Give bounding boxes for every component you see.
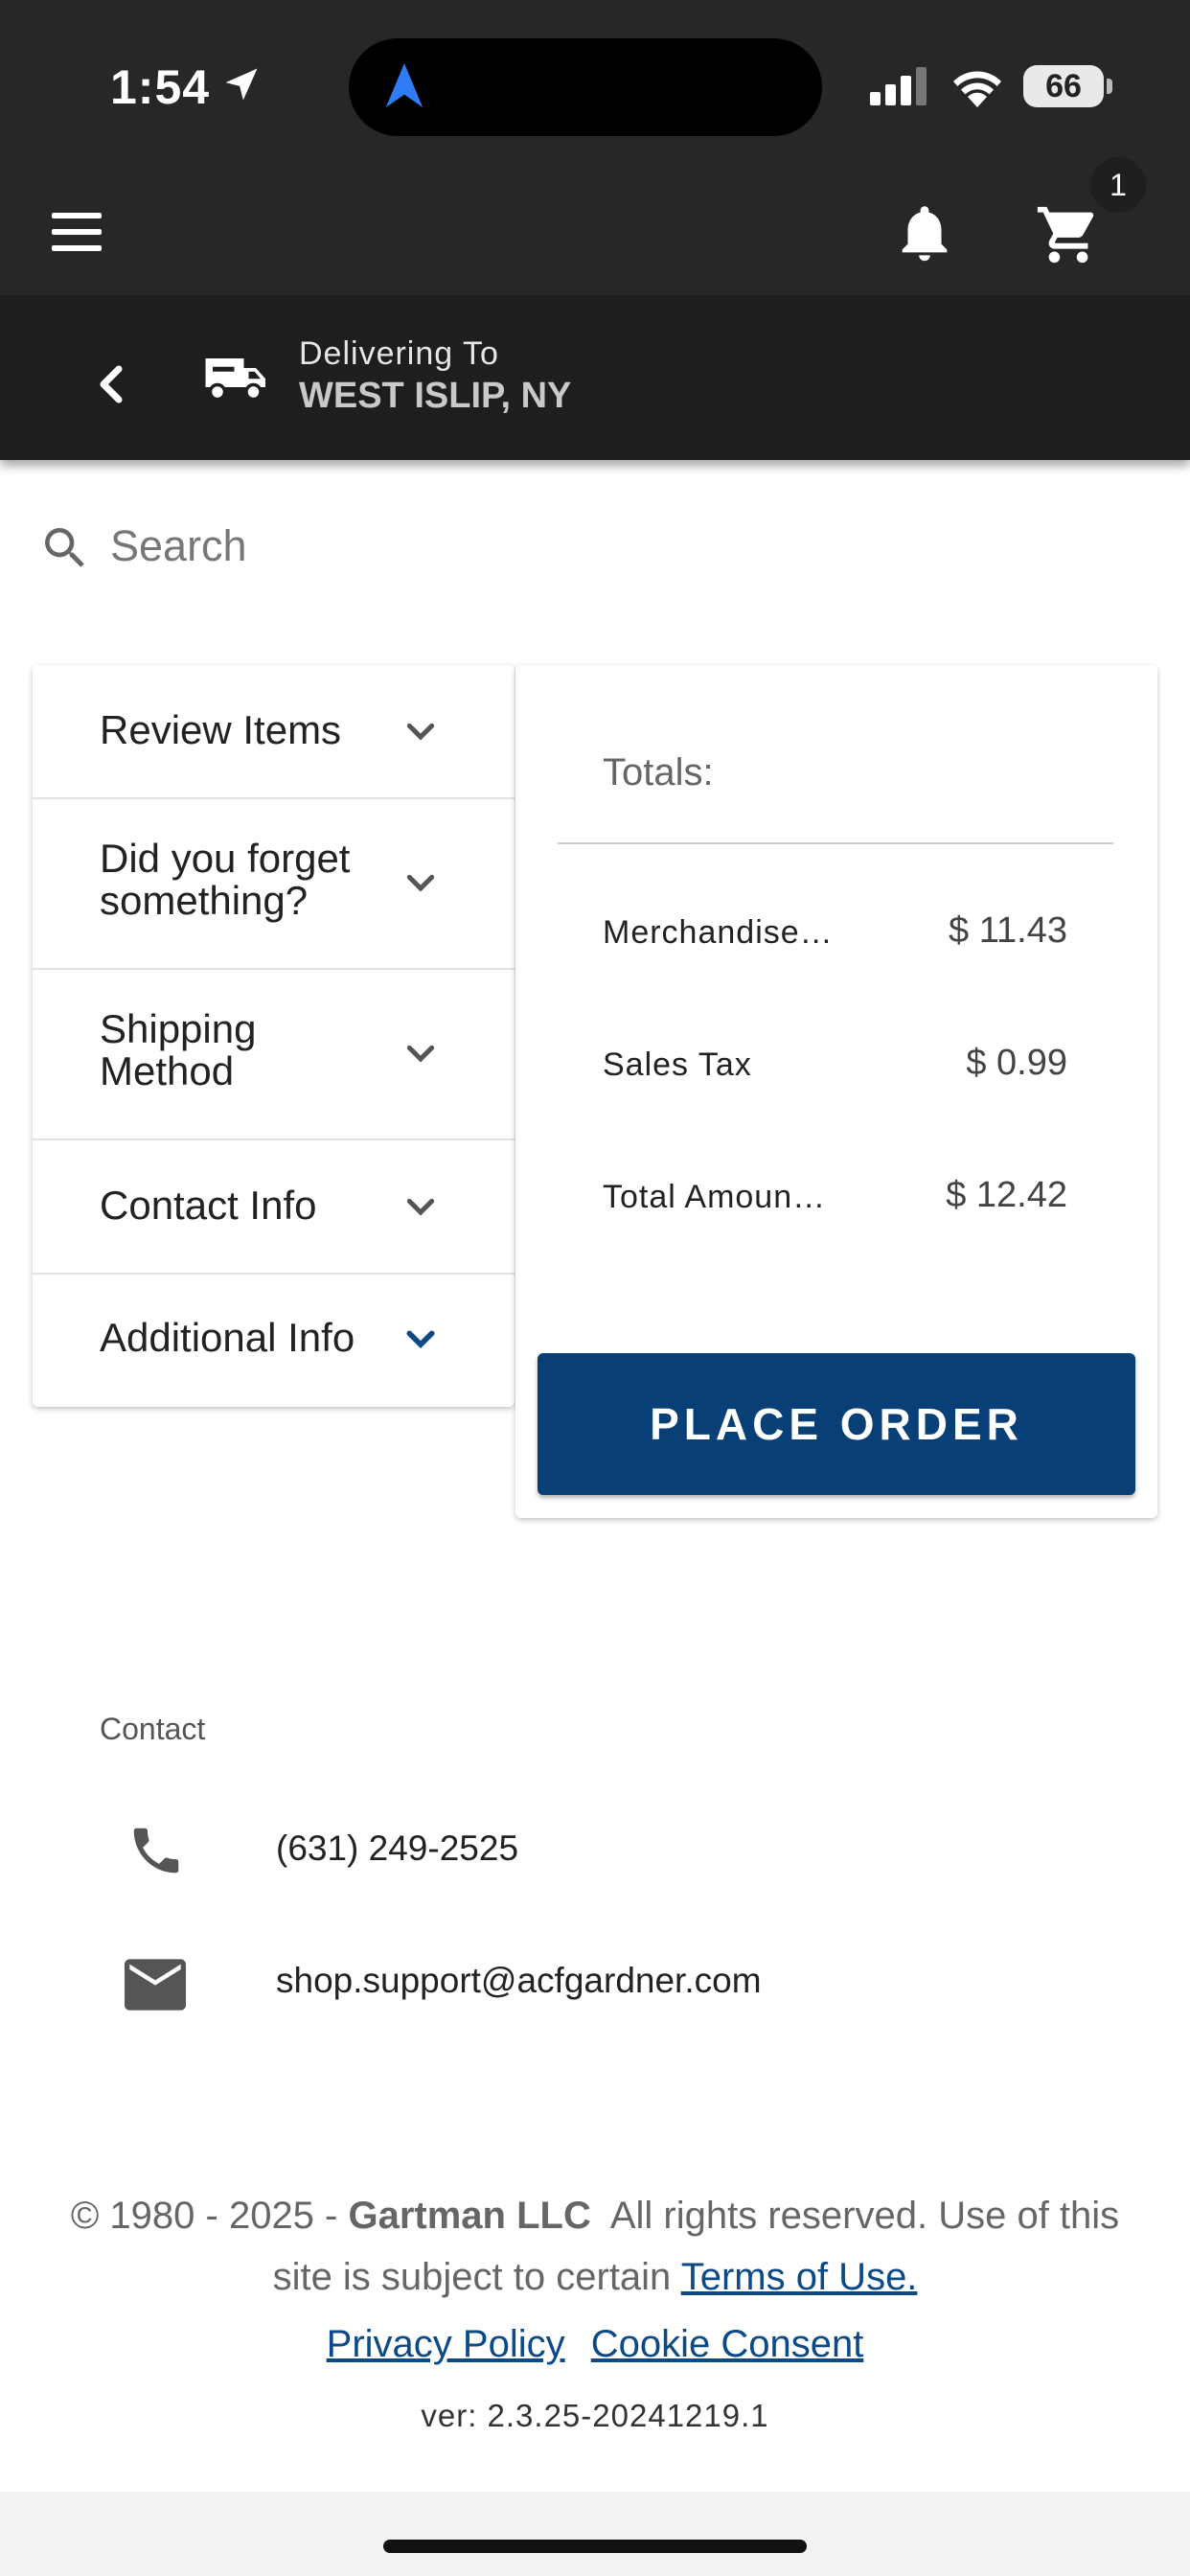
accordion-review-items[interactable]: Review Items — [33, 665, 515, 799]
copyright-line: © 1980 - 2025 - Gartman LLC All rights r… — [0, 2195, 1190, 2238]
merchandise-value: $ 11.43 — [949, 910, 1067, 951]
accordion-label: Review Items — [100, 707, 342, 752]
terms-line: site is subject to certain Terms of Use. — [0, 2256, 1190, 2299]
delivery-truck-icon — [205, 358, 265, 402]
shopping-cart-icon[interactable] — [1035, 201, 1102, 268]
cookie-consent-link[interactable]: Cookie Consent — [591, 2323, 864, 2365]
accordion-contact-info[interactable]: Contact Info — [33, 1140, 515, 1275]
search-input[interactable] — [110, 518, 685, 575]
terms-of-use-link[interactable]: Terms of Use. — [681, 2256, 918, 2298]
home-indicator[interactable] — [383, 2540, 807, 2553]
merchandise-label: Merchandise… — [603, 914, 834, 951]
chevron-down-icon — [406, 1330, 435, 1349]
delivery-bar: Delivering To WEST ISLIP, NY — [0, 295, 1190, 460]
accordion-additional-info[interactable]: Additional Info — [33, 1275, 515, 1407]
wifi-icon — [953, 71, 1001, 107]
chevron-down-icon — [406, 1198, 435, 1216]
terms-prefix: site is subject to certain — [272, 2256, 681, 2298]
accordion-forget-something[interactable]: Did you forget something? — [33, 799, 515, 970]
order-totals-card: Totals: Merchandise… $ 11.43 Sales Tax $… — [515, 665, 1157, 1518]
email-icon — [125, 1959, 186, 2011]
app-header: 1:54 66 1 — [0, 0, 1190, 295]
delivering-to-label: Delivering To — [299, 335, 499, 372]
bottom-safe-area — [0, 2492, 1190, 2576]
search-bar[interactable] — [38, 518, 709, 575]
place-order-button[interactable]: PLACE ORDER — [538, 1353, 1135, 1495]
total-amount-value: $ 12.42 — [946, 1175, 1067, 1215]
divider — [558, 842, 1113, 844]
copyright-prefix: © 1980 - 2025 - — [70, 2195, 349, 2237]
dynamic-island — [349, 38, 822, 136]
accordion-label: Contact Info — [100, 1183, 317, 1228]
cart-count-badge: 1 — [1090, 157, 1146, 213]
accordion-label: Additional Info — [100, 1315, 355, 1360]
battery-indicator: 66 — [1023, 65, 1104, 107]
delivery-location[interactable]: WEST ISLIP, NY — [299, 376, 571, 417]
accordion-shipping-method[interactable]: Shipping Method — [33, 970, 515, 1140]
accordion-label: Shipping Method — [100, 1006, 257, 1093]
chevron-down-icon — [406, 1045, 435, 1063]
total-amount-label: Total Amoun… — [603, 1179, 827, 1215]
phone-icon — [133, 1828, 179, 1874]
contact-heading: Contact — [100, 1712, 206, 1746]
notifications-bell-icon[interactable] — [891, 199, 958, 266]
search-icon — [45, 528, 84, 567]
version-label: ver: 2.3.25-20241219.1 — [421, 2398, 769, 2433]
sales-tax-value: $ 0.99 — [966, 1043, 1067, 1083]
rights-text: All rights reserved. Use of this — [590, 2195, 1120, 2237]
chevron-down-icon — [406, 723, 435, 741]
contact-email[interactable]: shop.support@acfgardner.com — [276, 1961, 762, 2001]
navigation-app-icon — [385, 63, 423, 107]
privacy-policy-link[interactable]: Privacy Policy — [327, 2323, 565, 2365]
location-arrow-icon — [225, 68, 258, 101]
menu-button[interactable] — [48, 211, 105, 253]
battery-cap — [1107, 79, 1112, 94]
cellular-signal-icon — [870, 67, 929, 105]
chevron-down-icon — [406, 874, 435, 892]
accordion-label: Did you forget something? — [100, 836, 351, 923]
sales-tax-label: Sales Tax — [603, 1046, 752, 1083]
totals-heading: Totals: — [603, 751, 714, 794]
policy-links: Privacy Policy Cookie Consent — [0, 2323, 1190, 2366]
contact-phone[interactable]: (631) 249-2525 — [276, 1828, 518, 1869]
company-name: Gartman LLC — [348, 2195, 591, 2237]
status-time: 1:54 — [110, 60, 211, 114]
checkout-accordion: Review Items Did you forget something? S… — [33, 665, 515, 1407]
back-chevron-icon[interactable] — [92, 360, 130, 408]
